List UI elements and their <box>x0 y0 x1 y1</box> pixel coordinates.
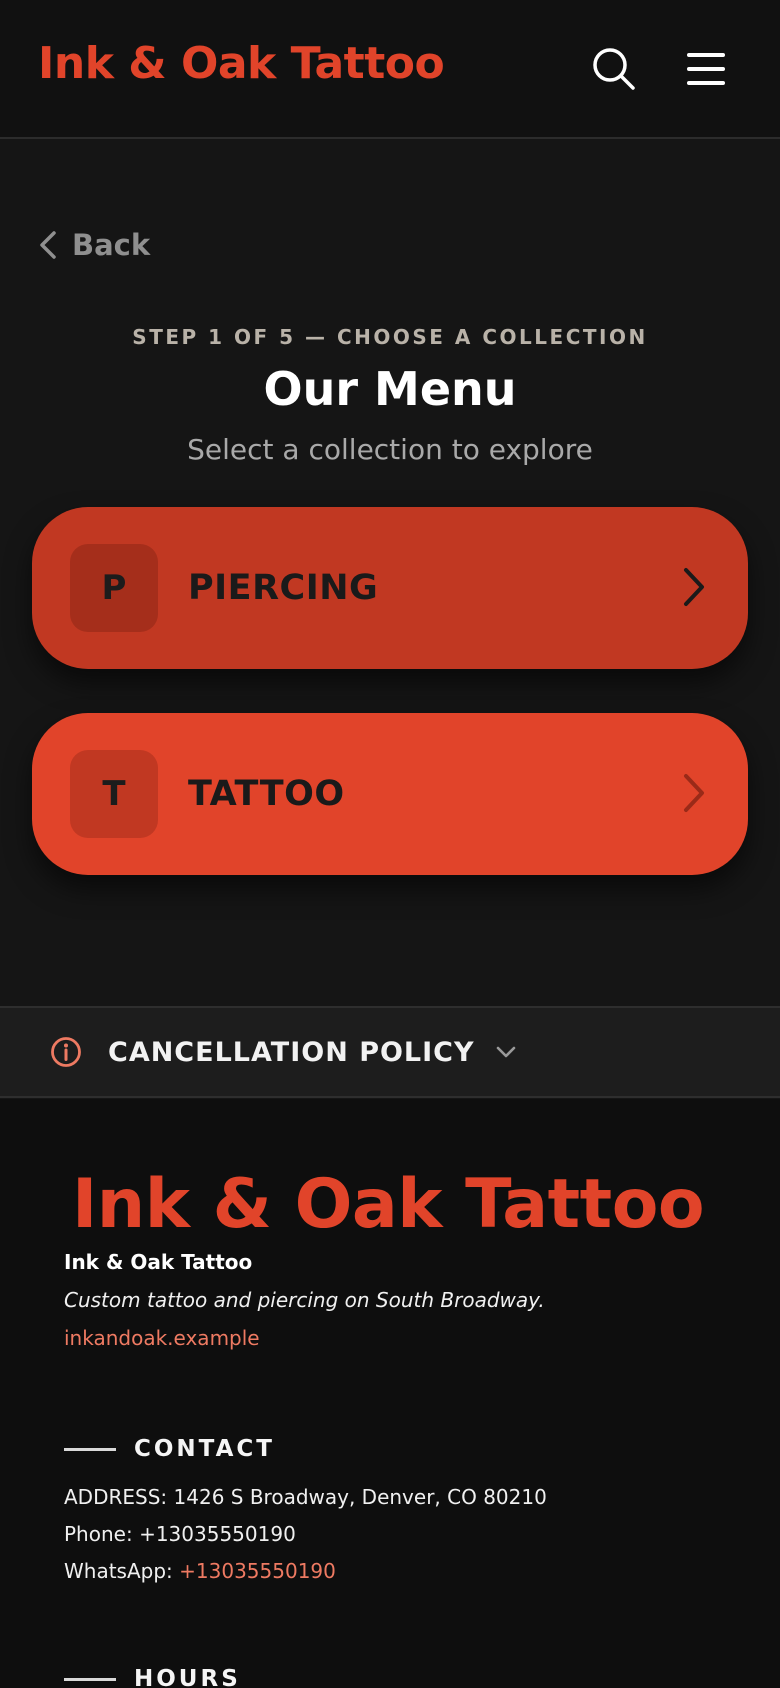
info-icon <box>51 1037 81 1067</box>
contact-heading: CONTACT <box>64 1436 275 1462</box>
hamburger-menu-icon <box>687 53 725 85</box>
contact-title: CONTACT <box>134 1436 275 1462</box>
footer-logo: Ink & Oak Tattoo <box>72 1165 705 1244</box>
footer-tagline: Custom tattoo and piercing on South Broa… <box>64 1288 545 1312</box>
site-footer: Ink & Oak Tattoo Ink & Oak Tattoo Custom… <box>0 1099 780 1688</box>
collection-badge: T <box>70 750 158 838</box>
cancellation-policy-toggle[interactable]: CANCELLATION POLICY <box>0 1006 780 1098</box>
back-label: Back <box>72 228 151 262</box>
step-indicator: STEP 1 OF 5 — CHOOSE A COLLECTION <box>132 325 648 349</box>
footer-website-link[interactable]: inkandoak.example <box>64 1326 260 1350</box>
whatsapp-link[interactable]: +13035550190 <box>179 1559 336 1583</box>
address-value: 1426 S Broadway, Denver, CO 80210 <box>173 1485 547 1509</box>
collection-badge: P <box>70 544 158 632</box>
collection-label: PIERCING <box>188 568 379 608</box>
address-label: ADDRESS: <box>64 1485 168 1509</box>
phone-value: +13035550190 <box>139 1522 296 1546</box>
hours-heading: HOURS <box>64 1666 241 1688</box>
contact-address: ADDRESS: 1426 S Broadway, Denver, CO 802… <box>64 1485 547 1509</box>
hours-title: HOURS <box>134 1666 241 1688</box>
chevron-left-icon <box>40 231 56 259</box>
back-button[interactable]: Back <box>38 225 150 265</box>
contact-phone: Phone: +13035550190 <box>64 1522 296 1546</box>
menu-button[interactable] <box>683 46 729 92</box>
footer-business-name: Ink & Oak Tattoo <box>64 1250 253 1274</box>
collection-card-piercing[interactable]: P PIERCING <box>32 507 748 669</box>
contact-whatsapp: WhatsApp: +13035550190 <box>64 1559 336 1583</box>
collection-card-tattoo[interactable]: T TATTOO <box>32 713 748 875</box>
policy-label: CANCELLATION POLICY <box>108 1036 475 1068</box>
chevron-right-icon <box>684 568 704 606</box>
chevron-down-icon <box>496 1046 515 1058</box>
search-button[interactable] <box>591 46 637 92</box>
whatsapp-label: WhatsApp: <box>64 1559 173 1583</box>
page-title: Our Menu <box>263 362 517 416</box>
heading-divider <box>64 1447 116 1451</box>
brand-logo[interactable]: Ink & Oak Tattoo <box>38 38 445 89</box>
phone-label: Phone: <box>64 1522 133 1546</box>
collection-label: TATTOO <box>188 774 345 814</box>
heading-divider <box>64 1677 116 1681</box>
search-icon <box>593 48 635 90</box>
chevron-right-icon <box>684 774 704 812</box>
page-subtitle: Select a collection to explore <box>187 433 593 466</box>
top-header: Ink & Oak Tattoo <box>0 0 780 139</box>
